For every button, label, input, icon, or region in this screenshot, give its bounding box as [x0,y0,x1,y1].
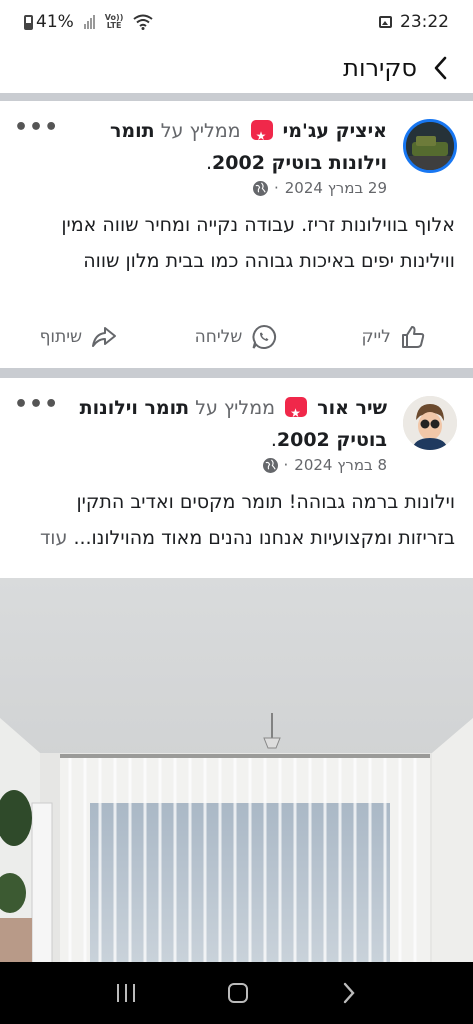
page-title: סקירות [343,54,417,82]
curtains-photo [0,578,473,962]
battery-indicator: 41% [24,12,74,32]
battery-icon [24,14,33,30]
like-label: לייק [361,327,391,347]
review-text: אלוף בווילונות זריז. עבודה נקייה ומחיר ש… [14,207,455,279]
globe-icon [262,457,278,473]
more-options-icon[interactable]: ••• [14,115,59,140]
recommend-badge-icon [285,397,308,429]
avatar[interactable] [403,119,457,173]
signal-icon [83,15,95,29]
more-options-icon[interactable]: ••• [14,392,59,417]
reviewer-name[interactable]: איציק עג'מי [283,120,387,142]
battery-percent: 41% [36,12,74,32]
clock: 23:22 [400,12,449,32]
avatar-photo [406,122,454,170]
meta-separator: · [283,456,289,474]
recommend-badge-icon [250,120,273,152]
back-button[interactable] [341,981,357,1005]
review-date[interactable]: 29 במרץ 2024 [285,179,387,197]
review-body: אלוף בווילונות זריז. עבודה נקייה ומחיר ש… [61,214,455,272]
review-header: איציק עג'מי ממליץ על תומר וילונות בוטיק … [77,115,387,179]
see-more-link[interactable]: עוד [40,527,67,549]
section-divider [0,368,473,378]
review-meta: 8 במרץ 2024 · [262,456,387,474]
send-button[interactable]: שליחה [158,317,316,357]
review-actions: לייק שליחה שיתוף [0,317,473,357]
review-date[interactable]: 8 במרץ 2024 [294,456,387,474]
recents-button[interactable] [116,984,135,1002]
status-bar: 41% Vo)) LTE 23:22 [0,0,473,44]
globe-icon [252,180,268,196]
review-card: שיר אור ממליץ על תומר וילונות בוטיק 2002… [0,378,473,578]
gallery-notification-icon [379,16,392,28]
meta-separator: · [273,179,279,197]
thumbs-up-icon [401,326,425,348]
like-button[interactable]: לייק [315,317,473,357]
review-card: איציק עג'מי ממליץ על תומר וילונות בוטיק … [0,101,473,368]
back-chevron-icon[interactable] [431,54,453,82]
recommends-label: ממליץ על [195,397,276,419]
whatsapp-icon [252,324,277,349]
reviewer-name[interactable]: שיר אור [317,397,387,419]
section-divider [0,93,473,101]
review-photo[interactable] [0,578,473,962]
header: סקירות [0,44,473,92]
review-meta: 29 במרץ 2024 · [252,179,387,197]
home-button[interactable] [227,983,248,1003]
review-body: וילונות ברמה גבוהה! תומר מקסים ואדיב התק… [73,491,455,549]
status-right: 23:22 [379,12,449,32]
system-nav-bar [0,962,473,1024]
review-header: שיר אור ממליץ על תומר וילונות בוטיק 2002… [77,392,387,456]
wifi-icon [133,14,153,30]
volte-label: Vo)) LTE [104,13,124,30]
share-button[interactable]: שיתוף [0,317,158,357]
share-label: שיתוף [39,327,83,347]
avatar[interactable] [403,396,457,450]
recommends-label: ממליץ על [160,120,241,142]
avatar-photo [403,396,457,450]
review-text: וילונות ברמה גבוהה! תומר מקסים ואדיב התק… [14,484,455,556]
share-arrow-icon [92,327,117,347]
send-label: שליחה [194,327,243,347]
status-left: 41% Vo)) LTE [24,12,153,32]
